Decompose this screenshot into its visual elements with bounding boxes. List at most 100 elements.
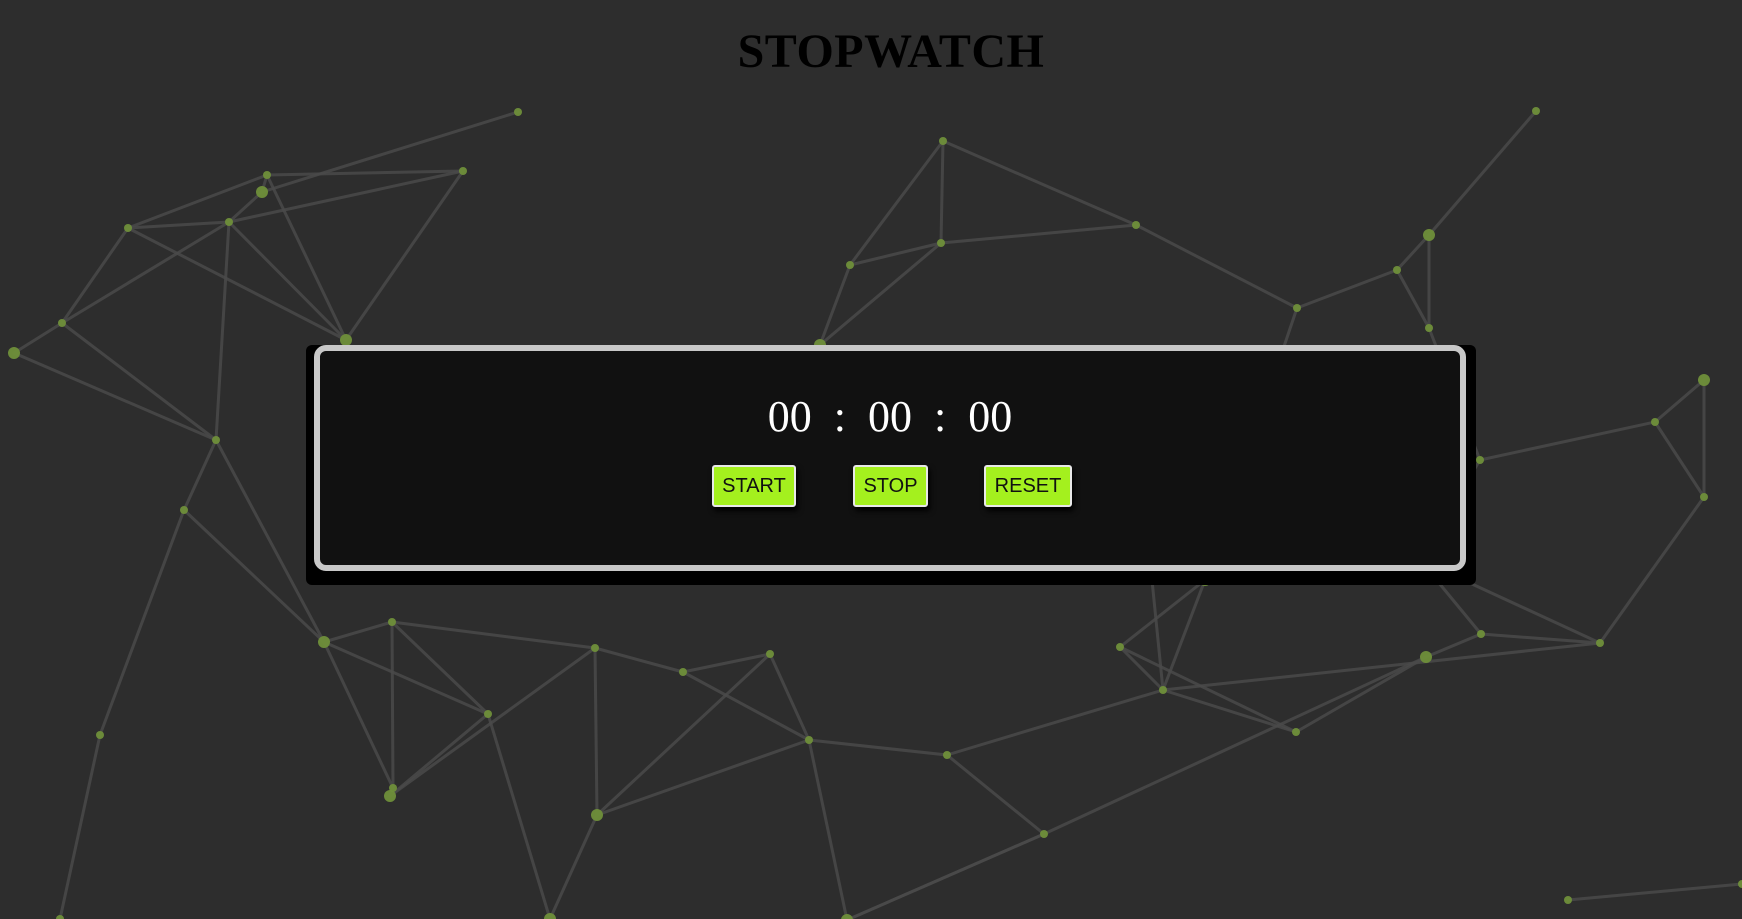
network-node	[1738, 880, 1742, 888]
network-node	[124, 224, 132, 232]
network-node	[943, 751, 951, 759]
network-line	[182, 508, 326, 644]
network-line	[807, 738, 849, 919]
network-node	[591, 809, 603, 821]
network-node	[1651, 418, 1659, 426]
network-line	[486, 712, 552, 919]
time-separator: :	[934, 392, 947, 441]
network-line	[344, 169, 465, 342]
network-node	[388, 618, 396, 626]
time-separator: :	[833, 392, 846, 441]
network-line	[945, 753, 1046, 836]
network-node	[1293, 304, 1301, 312]
page-title: STOPWATCH	[737, 25, 1045, 78]
network-line	[593, 646, 685, 674]
network-node	[96, 731, 104, 739]
network-line	[322, 640, 490, 716]
network-node	[484, 710, 492, 718]
time-display: 00 : 00 : 00	[320, 391, 1460, 442]
network-line	[390, 620, 395, 790]
network-line	[1118, 645, 1165, 692]
network-node	[1116, 643, 1124, 651]
network-line	[388, 646, 597, 798]
network-node	[180, 506, 188, 514]
network-line	[1295, 268, 1399, 310]
reset-button[interactable]: RESET	[984, 465, 1072, 507]
network-node	[8, 347, 20, 359]
network-node	[591, 644, 599, 652]
minutes-value: 00	[868, 392, 912, 441]
network-line	[1566, 882, 1742, 902]
control-buttons: START STOP RESET	[320, 465, 1460, 509]
network-line	[845, 832, 1046, 919]
network-line	[1134, 223, 1299, 310]
network-node	[841, 914, 853, 919]
network-node	[58, 319, 66, 327]
network-node	[846, 261, 854, 269]
network-line	[939, 139, 945, 245]
network-line	[322, 620, 394, 644]
network-node	[1132, 221, 1140, 229]
network-line	[58, 733, 102, 919]
network-node	[1476, 456, 1484, 464]
start-button[interactable]: START	[712, 465, 796, 507]
network-line	[390, 620, 490, 716]
network-line	[126, 226, 348, 342]
network-line	[1427, 109, 1538, 237]
network-node	[1698, 374, 1710, 386]
network-line	[265, 169, 465, 177]
network-line	[60, 321, 218, 442]
page-background: STOPWATCH 00 : 00 : 00 START STOP RESET	[0, 0, 1742, 919]
network-node	[937, 239, 945, 247]
network-line	[939, 223, 1138, 245]
network-node	[1596, 639, 1604, 647]
network-node	[1420, 651, 1432, 663]
network-node	[318, 636, 330, 648]
network-node	[263, 171, 271, 179]
network-line	[595, 738, 811, 817]
network-node	[384, 790, 396, 802]
network-line	[1424, 632, 1483, 659]
stop-button[interactable]: STOP	[853, 465, 928, 507]
network-node	[1564, 896, 1572, 904]
network-line	[595, 652, 772, 817]
network-line	[807, 738, 949, 757]
network-node	[459, 167, 467, 175]
stopwatch-panel: 00 : 00 : 00 START STOP RESET	[314, 345, 1466, 571]
network-node	[1477, 630, 1485, 638]
network-node	[679, 668, 687, 676]
network-line	[214, 220, 231, 442]
network-line	[98, 508, 186, 737]
network-node	[1159, 686, 1167, 694]
network-line	[322, 640, 395, 790]
network-node	[1700, 493, 1708, 501]
network-node	[544, 913, 556, 919]
network-line	[1395, 233, 1431, 272]
network-line	[768, 652, 811, 742]
network-line	[1118, 645, 1298, 734]
network-node	[805, 736, 813, 744]
network-line	[60, 226, 130, 325]
seconds-value: 00	[968, 392, 1013, 441]
network-node	[256, 186, 268, 198]
network-node	[514, 108, 522, 116]
network-line	[260, 110, 520, 194]
network-line	[593, 646, 599, 817]
network-line	[1161, 688, 1298, 734]
network-node	[1040, 830, 1048, 838]
network-line	[1478, 420, 1657, 462]
network-node	[1292, 728, 1300, 736]
network-line	[548, 813, 599, 919]
network-line	[126, 173, 269, 230]
network-node	[939, 137, 947, 145]
hours-value: 00	[767, 392, 812, 441]
network-line	[941, 139, 1138, 227]
network-node	[1423, 229, 1435, 241]
network-line	[1653, 378, 1706, 424]
network-line	[12, 351, 218, 442]
network-node	[56, 915, 64, 919]
network-node	[225, 218, 233, 226]
network-line	[390, 620, 597, 650]
network-node	[212, 436, 220, 444]
network-line	[12, 321, 64, 355]
